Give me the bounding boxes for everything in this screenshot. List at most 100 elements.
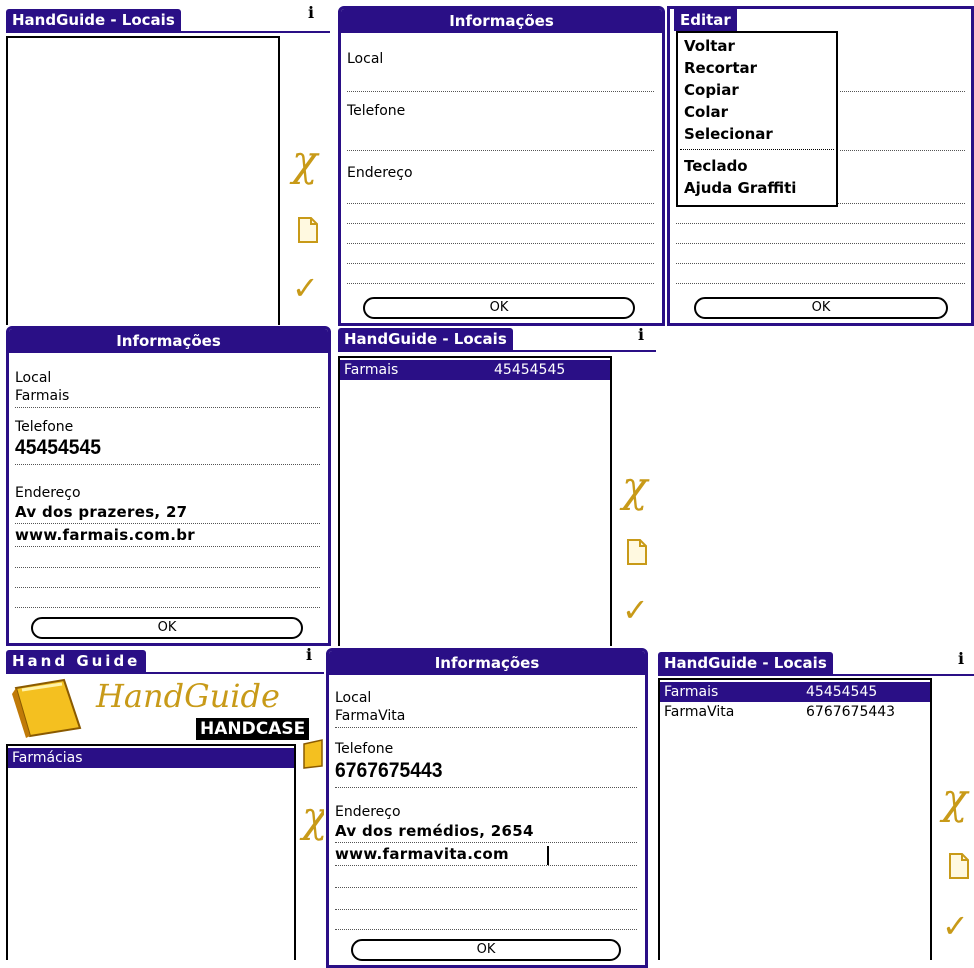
delete-x-icon[interactable]: χ	[622, 466, 647, 508]
field-line[interactable]	[347, 263, 654, 264]
field-endereco-line1[interactable]: Av dos prazeres, 27	[15, 503, 187, 521]
info-icon[interactable]: i	[958, 650, 964, 668]
list-item[interactable]: Farmais 45454545	[660, 682, 930, 702]
field-line	[335, 727, 637, 728]
field-line	[15, 464, 320, 465]
screen-home: Hand Guide i HandGuide HANDCASE Farmácia…	[0, 646, 324, 960]
ok-button[interactable]: OK	[351, 939, 621, 961]
checkmark-icon[interactable]: ✓	[942, 910, 969, 942]
menu-item-ajuda-graffiti[interactable]: Ajuda Graffiti	[684, 177, 796, 199]
new-document-icon[interactable]	[948, 852, 970, 880]
locais-list[interactable]	[6, 36, 280, 325]
title-underline	[6, 672, 324, 674]
delete-x-icon[interactable]: χ	[302, 796, 324, 838]
field-line	[15, 407, 320, 408]
list-item[interactable]: Farmácias	[8, 748, 294, 768]
ok-button[interactable]: OK	[31, 617, 303, 639]
checkmark-icon[interactable]: ✓	[292, 272, 319, 304]
info-dialog-farmais: Informações Local Farmais Telefone 45454…	[6, 326, 331, 646]
book-icon[interactable]	[302, 738, 324, 770]
field-line[interactable]	[676, 223, 965, 224]
delete-x-icon[interactable]: χ	[942, 778, 967, 820]
field-line[interactable]	[15, 567, 320, 568]
app-title-tab[interactable]: Hand Guide	[6, 650, 147, 672]
field-line[interactable]	[676, 283, 965, 284]
field-endereco-line2[interactable]: www.farmavita.com	[335, 845, 509, 863]
field-telefone-line[interactable]	[347, 150, 654, 151]
app-title-tab[interactable]: HandGuide - Locais	[6, 9, 181, 31]
field-endereco-line2[interactable]: www.farmais.com.br	[15, 526, 195, 544]
menu-item-recortar[interactable]: Recortar	[684, 57, 757, 79]
info-icon[interactable]: i	[308, 4, 314, 22]
label-telefone: Telefone	[347, 103, 406, 119]
menu-item-colar[interactable]: Colar	[684, 101, 728, 123]
field-telefone[interactable]: 45454545	[15, 436, 101, 460]
locais-list[interactable]: Farmais 45454545	[338, 356, 612, 646]
label-local: Local	[347, 51, 384, 67]
field-line[interactable]	[676, 263, 965, 264]
field-line	[335, 842, 637, 843]
title-underline	[6, 31, 330, 33]
app-title-tab[interactable]: HandGuide - Locais	[658, 652, 833, 674]
field-line[interactable]	[840, 91, 965, 92]
label-endereco: Endereço	[335, 804, 401, 820]
field-line[interactable]	[335, 909, 637, 910]
label-endereco: Endereço	[347, 165, 413, 181]
list-item-name: Farmais	[664, 684, 719, 700]
info-icon[interactable]: i	[306, 646, 312, 664]
new-document-icon[interactable]	[297, 216, 319, 244]
field-line[interactable]	[335, 887, 637, 888]
field-local[interactable]: FarmaVita	[335, 707, 405, 725]
menu-bar-editar[interactable]: Editar	[674, 9, 737, 31]
list-item-phone: 45454545	[806, 684, 878, 700]
checkmark-icon[interactable]: ✓	[622, 594, 649, 626]
delete-x-icon[interactable]: χ	[292, 140, 317, 182]
list-item-phone: 6767675443	[806, 704, 896, 720]
title-underline	[338, 350, 656, 352]
ok-button[interactable]: OK	[363, 297, 635, 319]
field-line[interactable]	[15, 587, 320, 588]
info-icon[interactable]: i	[638, 326, 644, 344]
screen-locais-empty: HandGuide - Locais i χ ✓	[0, 0, 330, 325]
locais-list[interactable]: Farmais 45454545 FarmaVita 6767675443	[658, 678, 932, 960]
label-endereco: Endereço	[15, 485, 81, 501]
field-local-line[interactable]	[347, 91, 654, 92]
field-telefone[interactable]: 6767675443	[335, 759, 442, 783]
menu-item-voltar[interactable]: Voltar	[684, 35, 735, 57]
label-local: Local	[335, 690, 372, 706]
field-line[interactable]	[335, 929, 637, 930]
field-line[interactable]	[676, 243, 965, 244]
dialog-title: Informações	[341, 9, 662, 33]
info-dialog-blank: Informações Local Telefone Endereço OK	[338, 6, 665, 326]
field-line	[15, 523, 320, 524]
field-line[interactable]	[347, 283, 654, 284]
menu-item-teclado[interactable]: Teclado	[684, 155, 748, 177]
list-item[interactable]: FarmaVita 6767675443	[660, 702, 930, 722]
label-telefone: Telefone	[15, 419, 74, 435]
title-underline	[658, 674, 974, 676]
field-line	[15, 546, 320, 547]
field-line[interactable]	[15, 607, 320, 608]
field-line[interactable]	[347, 243, 654, 244]
field-local[interactable]: Farmais	[15, 387, 69, 405]
field-line[interactable]	[840, 150, 965, 151]
field-endereco-line1[interactable]: Av dos remédios, 2654	[335, 822, 534, 840]
dialog-title: Informações	[329, 651, 645, 675]
dialog-title: Informações	[9, 329, 328, 353]
menu-item-copiar[interactable]: Copiar	[684, 79, 739, 101]
list-item-name: Farmais	[344, 362, 399, 378]
ok-button[interactable]: OK	[694, 297, 948, 319]
field-line[interactable]	[347, 223, 654, 224]
list-item-name: Farmácias	[12, 750, 83, 766]
menu-item-selecionar[interactable]: Selecionar	[684, 123, 773, 145]
app-title-tab[interactable]: HandGuide - Locais	[338, 328, 513, 350]
category-list[interactable]: Farmácias	[6, 744, 296, 960]
logo-text: HandGuide	[96, 677, 280, 715]
list-item-phone: 45454545	[494, 362, 566, 378]
list-item[interactable]: Farmais 45454545	[340, 360, 610, 380]
field-endereco-line[interactable]	[347, 203, 654, 204]
label-telefone: Telefone	[335, 741, 394, 757]
new-document-icon[interactable]	[626, 538, 648, 566]
field-line	[335, 787, 637, 788]
brand-badge: HANDCASE	[196, 718, 310, 740]
